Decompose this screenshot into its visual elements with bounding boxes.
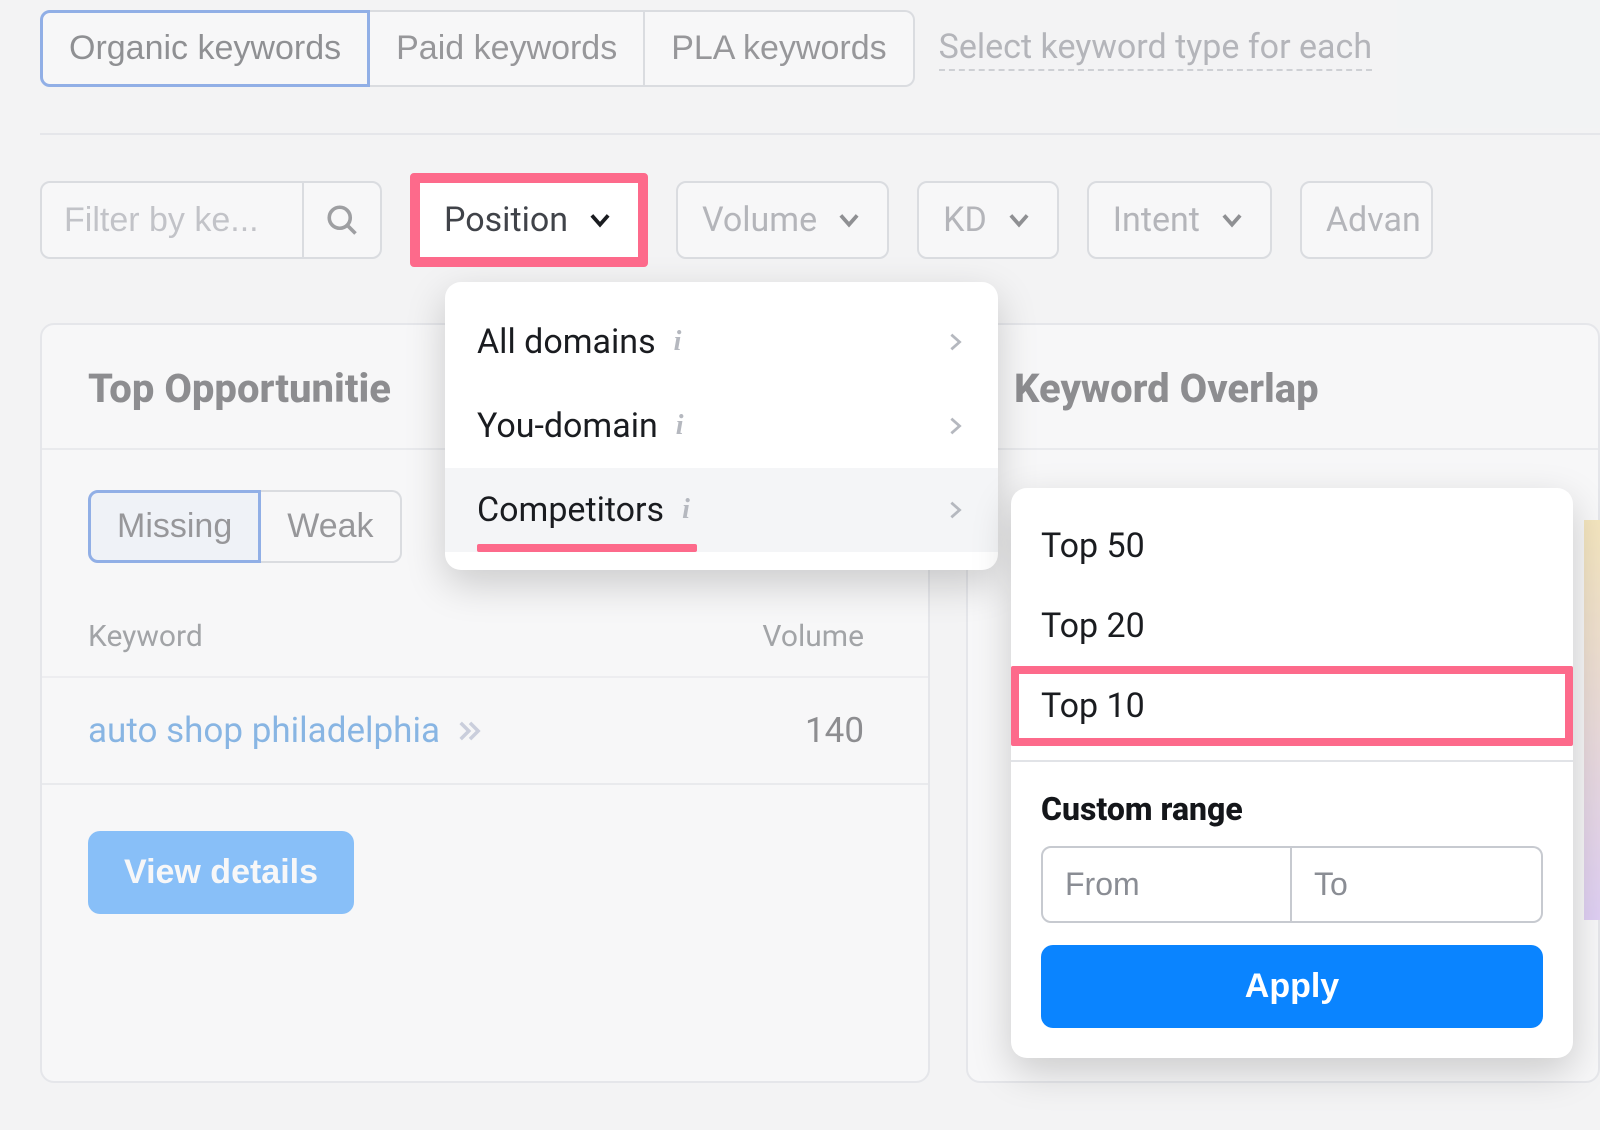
- preset-top-20[interactable]: Top 20: [1011, 586, 1573, 666]
- search-button[interactable]: [302, 183, 380, 257]
- divider: [968, 448, 1598, 450]
- position-filter[interactable]: Position: [420, 183, 638, 257]
- option-label: All domains: [477, 322, 656, 362]
- option-label: You-domain: [477, 406, 658, 446]
- decorative-gradient: [1584, 520, 1600, 920]
- custom-range-label: Custom range: [1011, 782, 1573, 846]
- intent-filter[interactable]: Intent: [1087, 181, 1272, 259]
- filter-search-block: [40, 181, 382, 259]
- divider: [42, 783, 928, 785]
- toggle-weak[interactable]: Weak: [261, 490, 401, 563]
- info-icon: i: [676, 410, 684, 442]
- keyword-overlap-title: Keyword Overlap: [968, 325, 1598, 448]
- intent-filter-label: Intent: [1113, 200, 1200, 240]
- chevron-down-icon: [1218, 206, 1246, 234]
- keyword-link[interactable]: auto shop philadelphia: [88, 710, 486, 751]
- chevron-down-icon: [1005, 206, 1033, 234]
- tab-organic-keywords[interactable]: Organic keywords: [40, 10, 370, 87]
- divider: [40, 133, 1600, 135]
- kd-filter[interactable]: KD: [917, 181, 1059, 259]
- chevron-right-icon: [944, 495, 966, 525]
- keyword-type-tabs: Organic keywords Paid keywords PLA keywo…: [40, 10, 915, 87]
- divider: [1011, 760, 1573, 762]
- advanced-filter-label: Advan: [1326, 200, 1421, 240]
- advanced-filter[interactable]: Advan: [1300, 181, 1433, 259]
- apply-button[interactable]: Apply: [1041, 945, 1543, 1028]
- view-details-button[interactable]: View details: [88, 831, 354, 914]
- toggle-missing[interactable]: Missing: [88, 490, 261, 563]
- keyword-text: auto shop philadelphia: [88, 710, 440, 751]
- position-option-all-domains[interactable]: All domains i: [445, 300, 998, 384]
- chevron-down-icon: [835, 206, 863, 234]
- custom-range-from[interactable]: [1041, 846, 1292, 923]
- option-label: Competitors: [477, 490, 664, 530]
- competitors-submenu: Top 50 Top 20 Top 10 Custom range Apply: [1011, 488, 1573, 1058]
- position-option-competitors[interactable]: Competitors i: [445, 468, 998, 552]
- double-chevron-right-icon: [454, 717, 486, 745]
- filter-keyword-input[interactable]: [42, 201, 302, 240]
- chevron-down-icon: [586, 206, 614, 234]
- tab-paid-keywords[interactable]: Paid keywords: [370, 10, 645, 87]
- position-filter-label: Position: [444, 200, 568, 240]
- preset-top-50[interactable]: Top 50: [1011, 506, 1573, 586]
- search-icon: [324, 202, 360, 238]
- keyword-volume: 140: [805, 710, 864, 751]
- chevron-right-icon: [944, 327, 966, 357]
- position-option-you-domain[interactable]: You-domain i: [445, 384, 998, 468]
- highlight-underline: [477, 544, 697, 552]
- position-dropdown: All domains i You-domain i Competitors i: [445, 282, 998, 570]
- custom-range-to[interactable]: [1292, 846, 1543, 923]
- chevron-right-icon: [944, 411, 966, 441]
- info-icon: i: [682, 494, 690, 526]
- tab-pla-keywords[interactable]: PLA keywords: [645, 10, 914, 87]
- info-icon: i: [674, 326, 682, 358]
- position-filter-highlight: Position: [410, 173, 648, 267]
- volume-filter[interactable]: Volume: [676, 181, 889, 259]
- table-row: auto shop philadelphia 140: [42, 676, 928, 783]
- kd-filter-label: KD: [943, 200, 987, 240]
- preset-top-10[interactable]: Top 10: [1011, 666, 1573, 746]
- column-volume: Volume: [762, 619, 864, 654]
- tab-helper-text: Select keyword type for each: [939, 27, 1372, 71]
- volume-filter-label: Volume: [702, 200, 817, 240]
- column-keyword: Keyword: [88, 619, 203, 654]
- opportunity-toggle: Missing Weak: [88, 490, 402, 563]
